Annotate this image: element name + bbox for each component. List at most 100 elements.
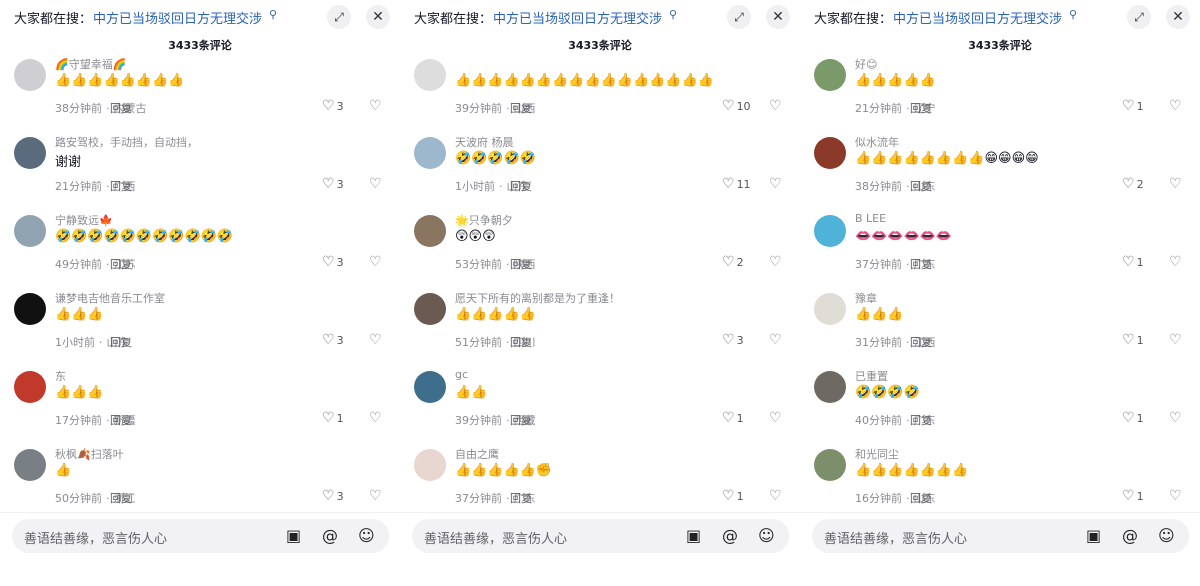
dislike-button[interactable]: ♡ (369, 176, 382, 192)
reply-button[interactable]: 回复 (510, 334, 532, 350)
dislike-button[interactable]: ♡ (1169, 98, 1182, 114)
avatar[interactable] (414, 59, 446, 91)
reply-button[interactable]: 回复 (110, 100, 132, 116)
dislike-button[interactable]: ♡ (369, 410, 382, 426)
reply-button[interactable]: 回复 (510, 490, 532, 506)
dislike-button[interactable]: ♡ (369, 254, 382, 270)
dislike-button[interactable]: ♡ (769, 488, 782, 504)
like-button[interactable]: ♡ 1 (322, 410, 344, 426)
comment-list[interactable]: 好😊 👍👍👍👍👍 21分钟前 · 辽宁 回复 ♡ 1 ♡ 似水流年 👍👍👍👍👍👍👍👍😁😁😁😁 38分钟… (800, 58, 1200, 512)
avatar[interactable] (414, 293, 446, 325)
comment-input[interactable]: 善语结善缘，恶言伤人心 ▣ @ ☺ (12, 519, 389, 553)
dislike-button[interactable]: ♡ (1169, 254, 1182, 270)
like-button[interactable]: ♡ 3 (322, 488, 344, 504)
avatar[interactable] (414, 449, 446, 481)
reply-button[interactable]: 回复 (510, 100, 532, 116)
at-icon[interactable]: @ (1122, 526, 1138, 545)
avatar[interactable] (14, 215, 46, 247)
reply-button[interactable]: 回复 (510, 256, 532, 272)
like-button[interactable]: ♡ 1 (1122, 98, 1144, 114)
close-button[interactable]: ✕ (1166, 5, 1190, 29)
close-button[interactable]: ✕ (366, 5, 390, 29)
commenter-name[interactable]: 似水流年 (855, 134, 899, 150)
expand-button[interactable]: ⤢ (727, 5, 751, 29)
comment-list[interactable]: 🌈守望幸福🌈 👍👍👍👍👍👍👍👍 38分钟前 · 内蒙古 回复 ♡ 3 ♡ 路安驾校，手动挡，自动挡… (0, 58, 400, 512)
image-icon[interactable]: ▣ (686, 526, 701, 545)
like-button[interactable]: ♡ 1 (722, 410, 744, 426)
avatar[interactable] (814, 293, 846, 325)
at-icon[interactable]: @ (722, 526, 738, 545)
like-button[interactable]: ♡ 1 (722, 488, 744, 504)
close-button[interactable]: ✕ (766, 5, 790, 29)
search-icon[interactable]: ⚲ (269, 8, 277, 21)
commenter-name[interactable]: 愿天下所有的离别都是为了重逢！ (455, 290, 620, 306)
like-button[interactable]: ♡ 1 (1122, 410, 1144, 426)
commenter-name[interactable]: 东 (55, 368, 66, 384)
search-icon[interactable]: ⚲ (1069, 8, 1077, 21)
emoji-icon[interactable]: ☺ (758, 526, 775, 545)
dislike-button[interactable]: ♡ (769, 176, 782, 192)
commenter-name[interactable]: 已重置 (855, 368, 888, 384)
avatar[interactable] (814, 449, 846, 481)
dislike-button[interactable]: ♡ (369, 488, 382, 504)
avatar[interactable] (414, 215, 446, 247)
like-button[interactable]: ♡ 10 (722, 98, 751, 114)
like-button[interactable]: ♡ 3 (322, 98, 344, 114)
dislike-button[interactable]: ♡ (1169, 176, 1182, 192)
reply-button[interactable]: 回复 (910, 100, 932, 116)
like-button[interactable]: ♡ 2 (1122, 176, 1144, 192)
like-button[interactable]: ♡ 1 (1122, 488, 1144, 504)
expand-button[interactable]: ⤢ (327, 5, 351, 29)
trending-search-link[interactable]: 中方已当场驳回日方无理交涉 (93, 8, 262, 27)
like-button[interactable]: ♡ 2 (722, 254, 744, 270)
reply-button[interactable]: 回复 (110, 412, 132, 428)
trending-search-link[interactable]: 中方已当场驳回日方无理交涉 (493, 8, 662, 27)
comment-list[interactable]: 👍👍👍👍👍👍👍👍👍👍👍👍👍👍👍👍 39分钟前 · 山西 回复 ♡ 10 ♡ 天波府 杨晨 🤣🤣🤣🤣… (400, 58, 800, 512)
emoji-icon[interactable]: ☺ (1158, 526, 1175, 545)
avatar[interactable] (414, 137, 446, 169)
avatar[interactable] (14, 449, 46, 481)
avatar[interactable] (14, 137, 46, 169)
reply-button[interactable]: 回复 (110, 256, 132, 272)
commenter-name[interactable]: 天波府 杨晨 (455, 134, 514, 150)
avatar[interactable] (814, 371, 846, 403)
reply-button[interactable]: 回复 (910, 490, 932, 506)
dislike-button[interactable]: ♡ (1169, 488, 1182, 504)
reply-button[interactable]: 回复 (110, 334, 132, 350)
commenter-name[interactable]: B LEE (855, 212, 886, 225)
reply-button[interactable]: 回复 (910, 178, 932, 194)
avatar[interactable] (14, 293, 46, 325)
commenter-name[interactable]: 豫章 (855, 290, 877, 306)
dislike-button[interactable]: ♡ (369, 332, 382, 348)
like-button[interactable]: ♡ 3 (322, 176, 344, 192)
at-icon[interactable]: @ (322, 526, 338, 545)
like-button[interactable]: ♡ 3 (322, 332, 344, 348)
dislike-button[interactable]: ♡ (769, 410, 782, 426)
comment-input[interactable]: 善语结善缘，恶言伤人心 ▣ @ ☺ (812, 519, 1189, 553)
image-icon[interactable]: ▣ (286, 526, 301, 545)
reply-button[interactable]: 回复 (510, 178, 532, 194)
avatar[interactable] (14, 371, 46, 403)
reply-button[interactable]: 回复 (110, 178, 132, 194)
commenter-name[interactable]: 宁静致远🍁 (55, 212, 113, 228)
reply-button[interactable]: 回复 (110, 490, 132, 506)
dislike-button[interactable]: ♡ (369, 98, 382, 114)
commenter-name[interactable]: 好😊 (855, 58, 877, 72)
like-button[interactable]: ♡ 3 (722, 332, 744, 348)
commenter-name[interactable]: 自由之鹰 (455, 446, 499, 462)
commenter-name[interactable]: gc (455, 368, 468, 381)
dislike-button[interactable]: ♡ (769, 254, 782, 270)
commenter-name[interactable]: 和光同尘 (855, 446, 899, 462)
image-icon[interactable]: ▣ (1086, 526, 1101, 545)
dislike-button[interactable]: ♡ (769, 98, 782, 114)
expand-button[interactable]: ⤢ (1127, 5, 1151, 29)
search-icon[interactable]: ⚲ (669, 8, 677, 21)
dislike-button[interactable]: ♡ (1169, 410, 1182, 426)
avatar[interactable] (814, 215, 846, 247)
like-button[interactable]: ♡ 11 (722, 176, 751, 192)
dislike-button[interactable]: ♡ (769, 332, 782, 348)
reply-button[interactable]: 回复 (910, 412, 932, 428)
avatar[interactable] (14, 59, 46, 91)
reply-button[interactable]: 回复 (910, 334, 932, 350)
avatar[interactable] (814, 137, 846, 169)
